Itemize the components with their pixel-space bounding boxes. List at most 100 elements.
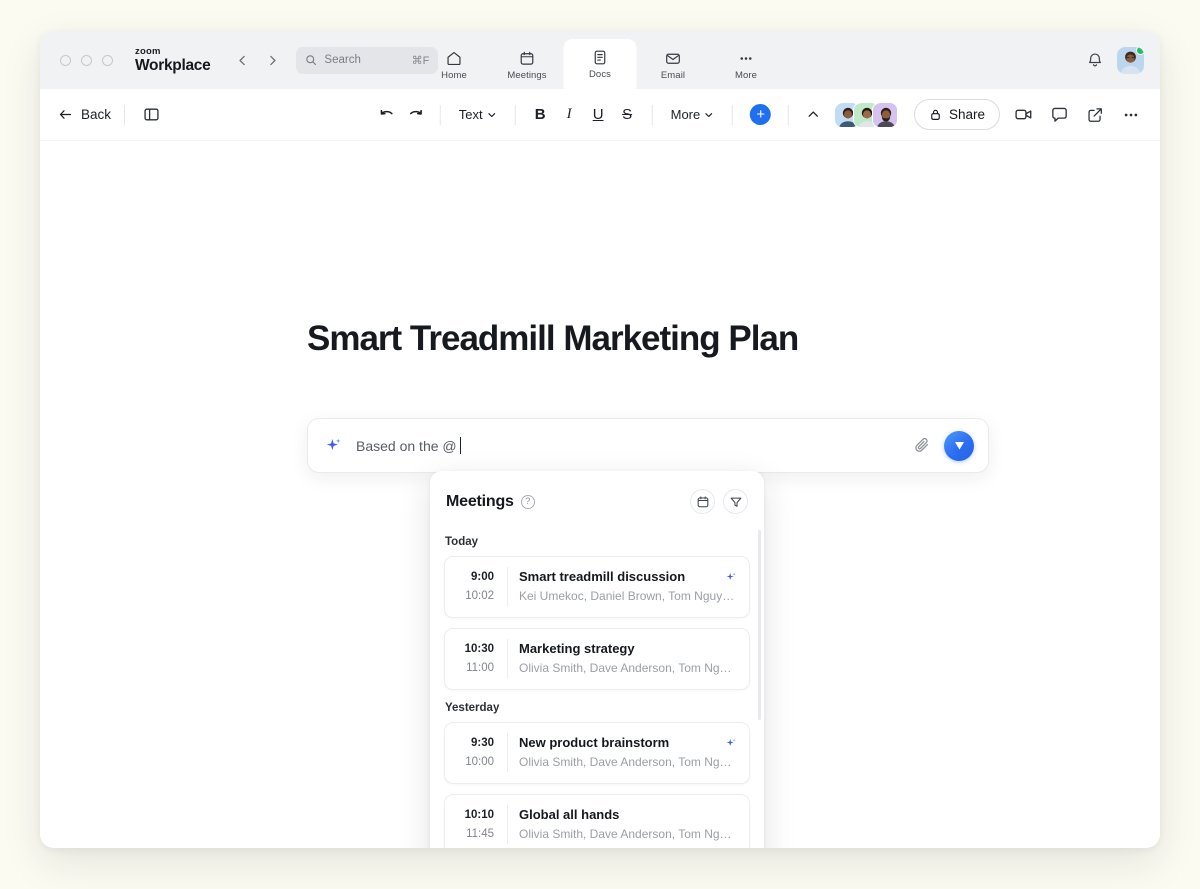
list-item[interactable]: 10:30 11:00 Marketing strategy Olivia Sm… xyxy=(444,628,750,690)
meeting-name: Global all hands xyxy=(519,805,619,825)
comment-icon[interactable] xyxy=(1046,102,1072,128)
formatting-toolbar: Text B I U S More + xyxy=(373,101,827,128)
bold-button[interactable]: B xyxy=(527,101,554,128)
send-button[interactable] xyxy=(944,431,974,461)
tab-meetings[interactable]: Meetings xyxy=(491,41,564,89)
toolbar-divider xyxy=(515,105,516,125)
tab-home[interactable]: Home xyxy=(418,41,491,89)
minimize-button[interactable] xyxy=(81,55,92,66)
more-formatting-label: More xyxy=(671,107,701,122)
collapse-toolbar-icon[interactable] xyxy=(800,101,827,128)
paperclip-icon[interactable] xyxy=(913,436,932,455)
meeting-times: 10:10 11:45 xyxy=(456,805,496,844)
tab-email-label: Email xyxy=(661,70,685,81)
meeting-start-time: 10:30 xyxy=(456,639,494,659)
filter-icon[interactable] xyxy=(723,489,748,514)
meeting-name-row: New product brainstorm xyxy=(519,733,738,753)
meeting-participants: Olivia Smith, Dave Anderson, Tom Nguyen.… xyxy=(519,659,738,678)
tab-docs[interactable]: Docs xyxy=(564,39,637,89)
titlebar: zoom Workplace Search ⌘F Home xyxy=(40,31,1160,89)
window-controls[interactable] xyxy=(60,55,113,66)
titlebar-right xyxy=(1086,47,1144,74)
redo-icon[interactable] xyxy=(402,101,429,128)
meeting-times: 9:00 10:02 xyxy=(456,567,496,606)
back-button[interactable]: Back xyxy=(58,107,111,122)
scrollbar-thumb[interactable] xyxy=(758,530,761,720)
divider xyxy=(507,733,508,772)
brand-zoom: zoom xyxy=(135,47,210,57)
collaborator-avatars[interactable] xyxy=(834,102,898,128)
ai-summary-sparkle-icon[interactable] xyxy=(717,571,738,584)
ai-prompt-bar[interactable]: Based on the @ xyxy=(307,418,989,473)
meeting-participants: Olivia Smith, Dave Anderson, Tom Nguyen.… xyxy=(519,825,738,844)
meetings-dropdown-panel: Meetings ? Today 9:00 xyxy=(430,471,764,848)
tab-more[interactable]: More xyxy=(710,41,783,89)
collaborator-avatar[interactable] xyxy=(872,102,898,128)
meeting-name: New product brainstorm xyxy=(519,733,669,753)
toolbar-divider xyxy=(652,105,653,125)
underline-button[interactable]: U xyxy=(585,101,612,128)
back-arrow-icon[interactable] xyxy=(232,50,252,70)
insert-button[interactable]: + xyxy=(750,104,771,125)
meeting-name: Smart treadmill discussion xyxy=(519,567,685,587)
document-toolbar: Back Text B I U S xyxy=(40,89,1160,141)
video-camera-icon[interactable] xyxy=(1010,102,1036,128)
forward-arrow-icon[interactable] xyxy=(262,50,282,70)
search-placeholder: Search xyxy=(324,54,404,66)
open-external-icon[interactable] xyxy=(1082,102,1108,128)
text-style-dropdown[interactable]: Text xyxy=(452,101,504,128)
more-formatting-dropdown[interactable]: More xyxy=(664,101,722,128)
chevron-down-icon xyxy=(704,110,714,120)
list-item[interactable]: 9:00 10:02 Smart treadmill discussion Ke… xyxy=(444,556,750,618)
more-options-icon[interactable] xyxy=(1118,102,1144,128)
sidebar-toggle-icon[interactable] xyxy=(138,102,164,128)
meetings-list[interactable]: Today 9:00 10:02 Smart treadmill discuss… xyxy=(430,524,764,848)
toolbar-actions: Share xyxy=(834,99,1144,130)
tab-more-label: More xyxy=(735,70,757,81)
ai-prompt-input[interactable]: Based on the @ xyxy=(356,437,901,454)
meetings-panel-actions xyxy=(690,489,748,514)
toolbar-divider xyxy=(440,105,441,125)
meeting-participants: Olivia Smith, Dave Anderson, Tom Nguyen.… xyxy=(519,753,738,772)
tab-email[interactable]: Email xyxy=(637,41,710,89)
text-cursor xyxy=(460,437,462,454)
document-icon xyxy=(592,48,609,66)
meeting-details: New product brainstorm Olivia Smith, Dav… xyxy=(519,733,738,772)
text-style-label: Text xyxy=(459,107,483,122)
tab-home-label: Home xyxy=(441,70,467,81)
app-logo: zoom Workplace xyxy=(135,47,210,73)
undo-icon[interactable] xyxy=(373,101,400,128)
maximize-button[interactable] xyxy=(102,55,113,66)
page-title[interactable]: Smart Treadmill Marketing Plan xyxy=(307,319,798,359)
help-icon[interactable]: ? xyxy=(521,495,535,509)
app-window: zoom Workplace Search ⌘F Home xyxy=(40,31,1160,848)
brand-workplace: Workplace xyxy=(135,58,210,74)
share-button-label: Share xyxy=(949,107,985,122)
toolbar-divider xyxy=(732,105,733,125)
meeting-start-time: 9:00 xyxy=(456,567,494,587)
calendar-icon[interactable] xyxy=(690,489,715,514)
document-body: Smart Treadmill Marketing Plan Based on … xyxy=(40,141,1160,848)
divider xyxy=(507,805,508,844)
ai-summary-sparkle-icon[interactable] xyxy=(717,737,738,750)
notifications-icon[interactable] xyxy=(1086,51,1104,69)
meeting-end-time: 10:02 xyxy=(456,587,494,606)
divider xyxy=(507,567,508,606)
close-button[interactable] xyxy=(60,55,71,66)
divider xyxy=(507,639,508,678)
list-item[interactable]: 9:30 10:00 New product brainstorm Olivia… xyxy=(444,722,750,784)
strikethrough-button[interactable]: S xyxy=(614,101,641,128)
avatar[interactable] xyxy=(1117,47,1144,74)
sparkle-icon xyxy=(324,436,344,456)
list-item[interactable]: 10:10 11:45 Global all hands Olivia Smit… xyxy=(444,794,750,848)
toolbar-divider xyxy=(124,105,125,125)
tab-docs-label: Docs xyxy=(589,69,611,80)
meeting-times: 9:30 10:00 xyxy=(456,733,496,772)
share-button[interactable]: Share xyxy=(914,99,1000,130)
arrow-left-icon xyxy=(58,107,73,122)
meeting-name-row: Global all hands xyxy=(519,805,738,825)
back-button-label: Back xyxy=(81,107,111,122)
italic-button[interactable]: I xyxy=(556,101,583,128)
meeting-end-time: 11:45 xyxy=(456,825,494,844)
meetings-panel-header: Meetings ? xyxy=(430,471,764,524)
